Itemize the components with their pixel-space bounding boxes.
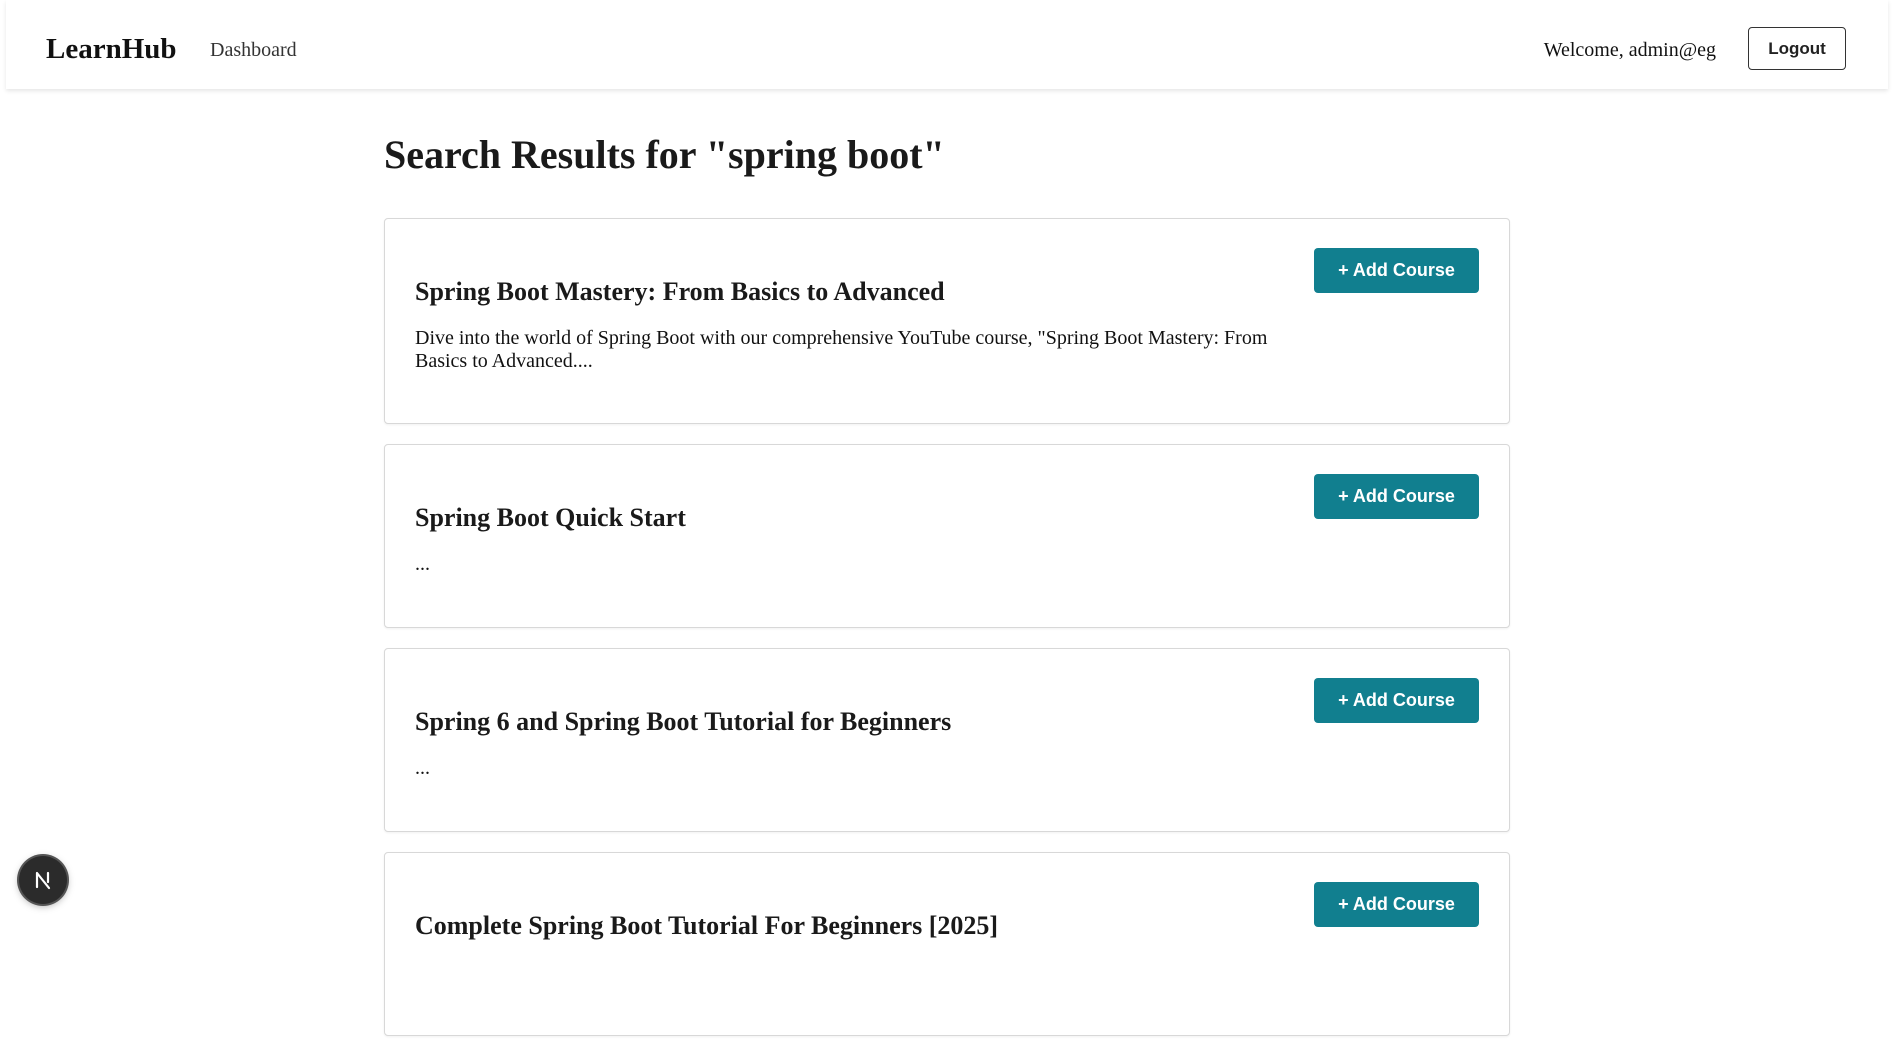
welcome-message: Welcome, admin@eg [1543,39,1716,61]
brand-logo[interactable]: LearnHub [46,29,177,69]
page-title: Search Results for "spring boot" [384,132,945,177]
top-navbar: LearnHub Dashboard Welcome, admin@eg Log… [6,0,1888,89]
course-title: Spring Boot Quick Start [415,503,686,532]
course-card: Complete Spring Boot Tutorial For Beginn… [384,852,1510,1036]
course-title: Complete Spring Boot Tutorial For Beginn… [415,911,999,940]
nav-link-dashboard[interactable]: Dashboard [210,37,297,63]
add-course-button[interactable]: + Add Course [1314,678,1479,723]
course-card: Spring Boot Mastery: From Basics to Adva… [384,218,1510,424]
course-description: ... [415,553,430,575]
course-title: Spring 6 and Spring Boot Tutorial for Be… [415,707,952,736]
add-course-button[interactable]: + Add Course [1314,248,1479,293]
nextjs-n-icon [35,871,51,890]
course-description: ... [415,757,430,779]
add-course-button[interactable]: + Add Course [1314,474,1479,519]
course-card: Spring 6 and Spring Boot Tutorial for Be… [384,648,1510,832]
add-course-button[interactable]: + Add Course [1314,882,1479,927]
search-results-list: Spring Boot Mastery: From Basics to Adva… [384,218,1510,1056]
course-description: Dive into the world of Spring Boot with … [415,327,1268,372]
nextjs-dev-badge[interactable] [19,856,67,904]
course-card: Spring Boot Quick Start ... + Add Course [384,444,1510,628]
course-title: Spring Boot Mastery: From Basics to Adva… [415,277,945,306]
logout-button[interactable]: Logout [1748,27,1846,70]
